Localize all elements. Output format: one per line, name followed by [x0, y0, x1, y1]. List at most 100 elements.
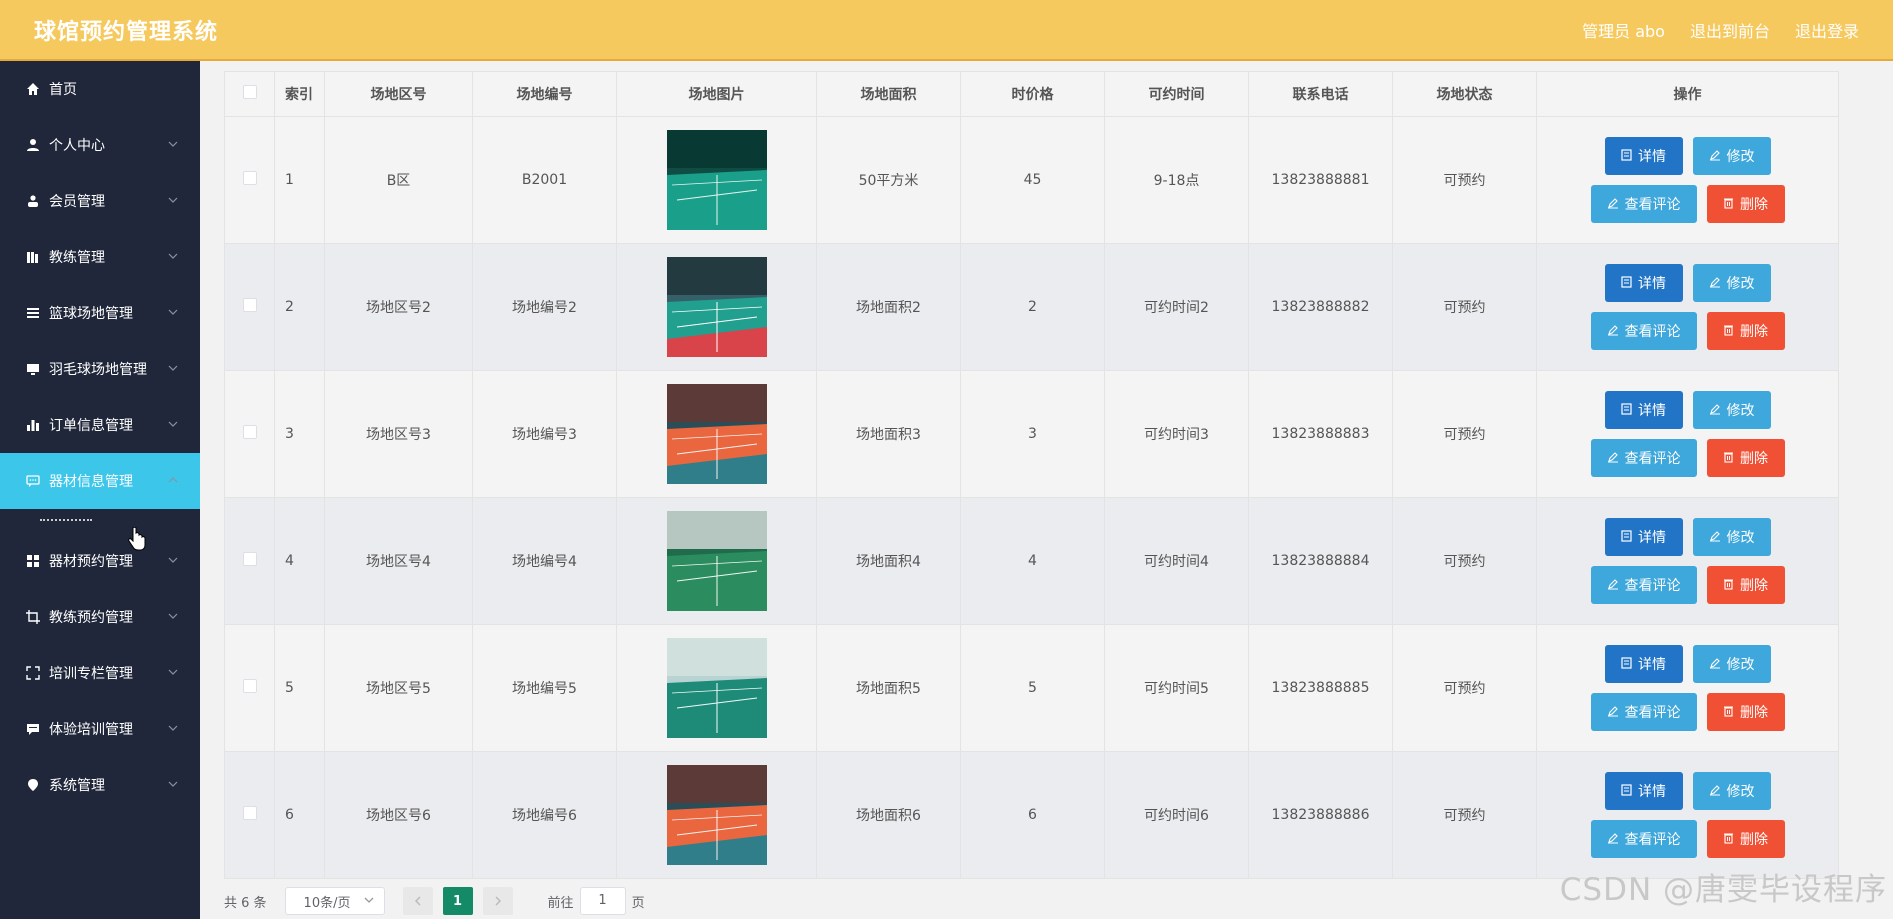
next-page-button[interactable]: [482, 887, 513, 915]
view-review-button[interactable]: 查看评论: [1590, 185, 1697, 223]
edit-icon: [1709, 783, 1721, 799]
cell-index: 1: [274, 116, 325, 244]
delete-button[interactable]: 删除: [1706, 439, 1785, 477]
row-select-cell[interactable]: [224, 497, 275, 625]
sidebar-item-10[interactable]: 培训专栏管理: [0, 645, 200, 701]
col-zone: 场地区号: [324, 71, 473, 117]
select-all-cell[interactable]: [224, 71, 275, 117]
cell-price: 2: [960, 243, 1105, 371]
delete-button[interactable]: 删除: [1706, 566, 1785, 604]
sidebar-item-6[interactable]: 订单信息管理: [0, 397, 200, 453]
sidebar-item-9[interactable]: 教练预约管理: [0, 589, 200, 645]
delete-button[interactable]: 删除: [1706, 693, 1785, 731]
col-status: 场地状态: [1392, 71, 1537, 117]
sidebar-item-0[interactable]: 首页: [0, 61, 200, 117]
sidebar: 首页 个人中心 会员管理 教练管理 篮球场地管理 羽毛球场地管理订单信息管理器材信息管理器…: [0, 61, 200, 919]
row-select-cell[interactable]: [224, 751, 275, 879]
pagination: 共 6 条 10条/页 1 前往 1 页: [224, 887, 645, 915]
sidebar-item-1[interactable]: 个人中心: [0, 117, 200, 173]
page-size-select[interactable]: 10条/页: [284, 887, 385, 915]
cell-time: 可约时间3: [1104, 370, 1249, 498]
chevron-down-icon: [168, 249, 178, 265]
cell-phone: 13823888883: [1248, 370, 1393, 498]
detail-button[interactable]: 详情: [1604, 772, 1683, 810]
court-image[interactable]: [666, 511, 767, 611]
delete-label: 删除: [1740, 831, 1768, 847]
edit-button[interactable]: 修改: [1692, 518, 1771, 556]
cell-index: 5: [274, 624, 325, 752]
mouse-cursor-icon: [128, 526, 146, 555]
trash-icon: [1723, 704, 1734, 720]
logout-link[interactable]: 退出登录: [1795, 18, 1859, 42]
sidebar-item-7[interactable]: 器材信息管理: [0, 453, 200, 509]
row-select-cell[interactable]: [224, 624, 275, 752]
chevron-down-icon: [168, 721, 178, 737]
edit-button[interactable]: 修改: [1692, 264, 1771, 302]
cell-status: 可预约: [1392, 624, 1537, 752]
delete-button[interactable]: 删除: [1706, 820, 1785, 858]
court-image[interactable]: [666, 638, 767, 738]
prev-page-button[interactable]: [402, 887, 433, 915]
sidebar-item-2[interactable]: 会员管理: [0, 173, 200, 229]
cell-code: 场地编号2: [472, 243, 617, 371]
detail-label: 详情: [1638, 275, 1666, 291]
cell-zone: B区: [324, 116, 473, 244]
detail-button[interactable]: 详情: [1604, 391, 1683, 429]
app-title: 球馆预约管理系统: [34, 19, 219, 45]
court-image[interactable]: [666, 384, 767, 484]
edit-label: 修改: [1726, 148, 1755, 164]
court-image[interactable]: [666, 765, 767, 865]
view-review-button[interactable]: 查看评论: [1590, 820, 1697, 858]
cell-actions: 详情 修改查看评论 删除: [1536, 751, 1839, 879]
cell-area: 场地面积6: [816, 751, 961, 879]
court-image[interactable]: [666, 257, 767, 357]
sidebar-item-11[interactable]: 体验培训管理: [0, 701, 200, 757]
cell-area: 场地面积5: [816, 624, 961, 752]
page-number-button[interactable]: 1: [442, 887, 473, 915]
chevron-left-icon: [414, 896, 421, 906]
view-review-button[interactable]: 查看评论: [1590, 566, 1697, 604]
detail-label: 详情: [1638, 148, 1666, 164]
edit-icon: [1709, 402, 1721, 418]
edit-button[interactable]: 修改: [1692, 137, 1771, 175]
row-select-cell[interactable]: [224, 370, 275, 498]
row-select-cell[interactable]: [224, 116, 275, 244]
row-select-cell[interactable]: [224, 243, 275, 371]
view-review-button[interactable]: 查看评论: [1590, 439, 1697, 477]
sidebar-item-4[interactable]: 篮球场地管理: [0, 285, 200, 341]
back-to-front-link[interactable]: 退出到前台: [1690, 18, 1770, 42]
row-checkbox[interactable]: [242, 806, 257, 820]
sidebar-item-label: 订单信息管理: [49, 418, 133, 434]
sidebar-item-5[interactable]: 羽毛球场地管理: [0, 341, 200, 397]
edit-button[interactable]: 修改: [1692, 772, 1771, 810]
cell-status: 可预约: [1392, 370, 1537, 498]
row-checkbox[interactable]: [242, 679, 257, 693]
delete-label: 删除: [1740, 323, 1768, 339]
row-checkbox[interactable]: [242, 552, 257, 566]
cell-actions: 详情 修改查看评论 删除: [1536, 624, 1839, 752]
detail-button[interactable]: 详情: [1604, 264, 1683, 302]
watermark: CSDN @唐雯毕设程序: [1559, 872, 1887, 908]
goto-page-input[interactable]: 1: [579, 887, 626, 915]
detail-button[interactable]: 详情: [1604, 645, 1683, 683]
cell-zone: 场地区号3: [324, 370, 473, 498]
view-review-button[interactable]: 查看评论: [1590, 693, 1697, 731]
row-checkbox[interactable]: [242, 425, 257, 439]
delete-button[interactable]: 删除: [1706, 312, 1785, 350]
sidebar-item-8[interactable]: 器材预约管理: [0, 533, 200, 589]
sidebar-item-label: 器材预约管理: [49, 554, 133, 570]
row-checkbox[interactable]: [242, 171, 257, 185]
edit-button[interactable]: 修改: [1692, 391, 1771, 429]
sidebar-item-12[interactable]: 系统管理: [0, 757, 200, 813]
sidebar-item-3[interactable]: 教练管理: [0, 229, 200, 285]
select-all-checkbox[interactable]: [242, 85, 257, 99]
court-image[interactable]: [666, 130, 767, 230]
admin-user-label: 管理员 abo: [1582, 21, 1665, 41]
detail-button[interactable]: 详情: [1604, 137, 1683, 175]
detail-button[interactable]: 详情: [1604, 518, 1683, 556]
chevron-down-icon: [168, 777, 178, 793]
row-checkbox[interactable]: [242, 298, 257, 312]
delete-button[interactable]: 删除: [1706, 185, 1785, 223]
view-review-button[interactable]: 查看评论: [1590, 312, 1697, 350]
edit-button[interactable]: 修改: [1692, 645, 1771, 683]
